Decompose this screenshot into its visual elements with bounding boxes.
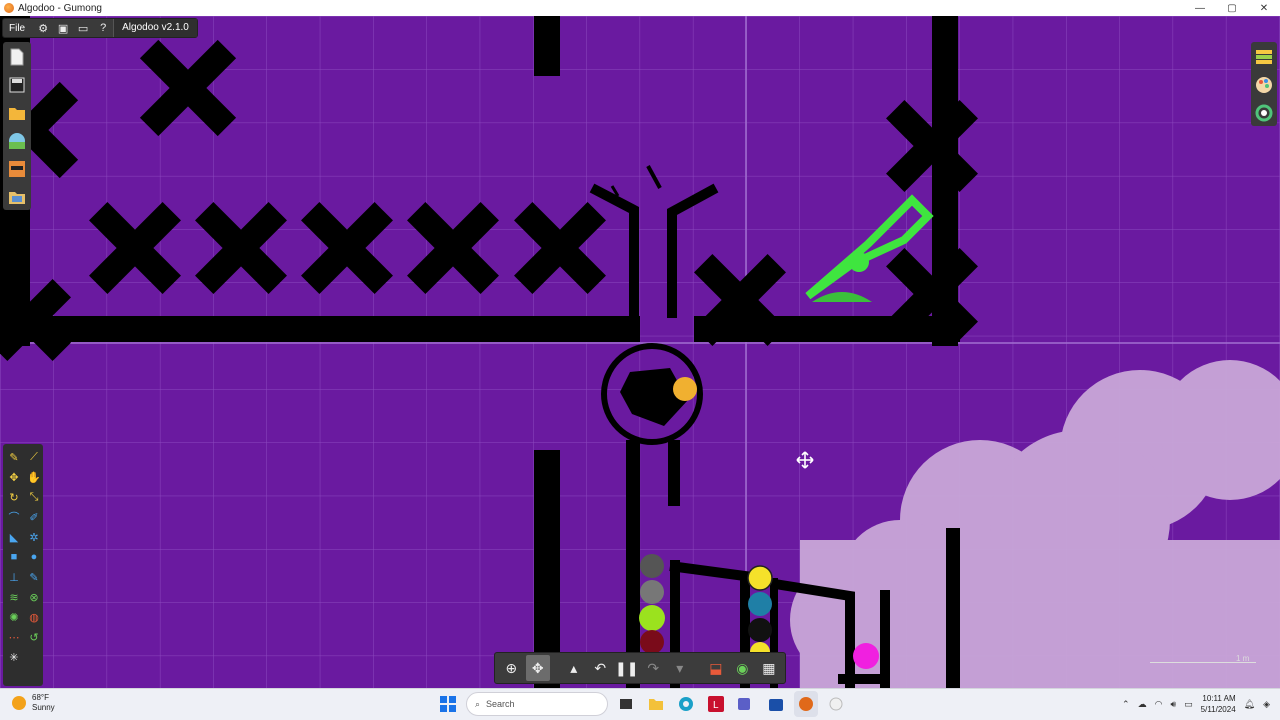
clock-time: 10:11 AM — [1202, 694, 1236, 703]
edge-browser-icon[interactable] — [674, 691, 698, 717]
top-menu-bar: File ⚙ ▣ ▭ ? Algodoo v2.1.0 — [2, 18, 198, 38]
pause-icon[interactable]: ❚❚ — [615, 655, 640, 681]
window-icon[interactable]: ▭ — [73, 19, 93, 37]
speed-down-icon[interactable]: ▾ — [668, 655, 693, 681]
brush-tool-icon[interactable]: ✐ — [25, 508, 43, 526]
palette-icon[interactable] — [1254, 74, 1274, 96]
pan-icon[interactable]: ✥ — [525, 655, 550, 681]
move-tool-icon[interactable]: ✥ — [5, 468, 23, 486]
scale-tool-icon[interactable]: ⤡ — [25, 488, 43, 506]
rotate-tool-icon[interactable]: ↻ — [5, 488, 23, 506]
weather-description: Sunny — [32, 703, 55, 712]
onedrive-icon[interactable]: ☁ — [1138, 699, 1147, 710]
chain-tool-icon[interactable]: ⋯ — [5, 628, 23, 646]
cut-tool-icon[interactable]: ⟋ — [25, 448, 43, 466]
app-icon-extra[interactable] — [824, 691, 848, 717]
weather-temperature: 68°F — [32, 693, 49, 702]
scene-drawing — [0, 16, 1280, 688]
grid-icon[interactable]: ▦ — [757, 655, 782, 681]
copilot-icon[interactable]: ◈ — [1263, 699, 1270, 710]
simulation-canvas[interactable] — [0, 16, 1280, 688]
file-toolbar — [3, 42, 31, 210]
version-label: Algodoo v2.1.0 — [113, 19, 197, 37]
file-menu[interactable]: File — [3, 23, 33, 34]
algodoo-app-icon — [4, 3, 14, 13]
store-icon[interactable] — [764, 691, 788, 717]
laser-tool-icon[interactable]: ↺ — [25, 628, 43, 646]
scene-browser-icon[interactable] — [7, 130, 27, 152]
pen-tool-icon[interactable]: ✎ — [25, 568, 43, 586]
simulation-control-bar: ⊕ ✥ ▴ ↶ ❚❚ ↷ ▾ ⬓ ◉ ▦ — [494, 652, 786, 684]
taskbar-search-box[interactable]: ⌕ Search — [466, 692, 608, 716]
taskbar-apps: ⌕ Search L — [436, 691, 848, 717]
new-scene-icon[interactable] — [7, 46, 27, 68]
close-button[interactable]: ✕ — [1248, 0, 1280, 16]
undo-icon[interactable]: ↶ — [588, 655, 613, 681]
scale-label: 1 m — [1236, 654, 1250, 663]
start-button[interactable] — [436, 691, 460, 717]
svg-text:L: L — [713, 700, 719, 711]
library-icon[interactable] — [7, 186, 27, 208]
system-tray: ⌃ ☁ ◠ 🔊︎ ▭ 10:11 AM 5/11/2024 🔔︎ ◈ — [1122, 693, 1270, 715]
gravity-icon[interactable]: ⬓ — [704, 655, 729, 681]
battery-icon[interactable]: ▭ — [1184, 699, 1193, 710]
sun-icon — [12, 696, 26, 710]
task-view-icon[interactable] — [614, 691, 638, 717]
save-icon[interactable] — [7, 74, 27, 96]
clock-date: 5/11/2024 — [1200, 705, 1236, 714]
red-app-icon[interactable]: L — [704, 691, 728, 717]
title-bar: Algodoo - Gumong — ▢ ✕ — [0, 0, 1280, 16]
plane-tool-icon[interactable]: ◣ — [5, 528, 23, 546]
window-controls: — ▢ ✕ — [1184, 0, 1280, 16]
settings-gear-icon[interactable]: ⚙ — [33, 19, 53, 37]
circle-tool-icon[interactable]: ● — [25, 548, 43, 566]
windows-taskbar: 68°F Sunny ⌕ Search L ⌃ ☁ ◠ 🔊︎ ▭ 10:11 A… — [0, 688, 1280, 720]
speed-up-icon[interactable]: ▴ — [562, 655, 587, 681]
teams-icon[interactable] — [734, 691, 758, 717]
weather-widget[interactable]: 68°F Sunny — [12, 693, 55, 713]
window-title: Algodoo - Gumong — [18, 2, 102, 14]
app-window: Algodoo - Gumong — ▢ ✕ File ⚙ ▣ ▭ ? Algo… — [0, 0, 1280, 720]
search-icon: ⌕ — [475, 698, 481, 709]
fixate-tool-icon[interactable]: ⊥ — [5, 568, 23, 586]
tracer-tool-icon[interactable]: ◍ — [25, 608, 43, 626]
drag-tool-icon[interactable]: ✋ — [25, 468, 43, 486]
volume-icon[interactable]: 🔊︎ — [1170, 699, 1176, 710]
maximize-button[interactable]: ▢ — [1216, 0, 1248, 16]
minimize-button[interactable]: — — [1184, 0, 1216, 16]
scale-indicator: 1 m — [1150, 654, 1260, 666]
screen-icon[interactable]: ▣ — [53, 19, 73, 37]
zoom-icon[interactable]: ⊕ — [499, 655, 524, 681]
spring-tool-icon[interactable]: ≋ — [5, 588, 23, 606]
character-icon[interactable] — [7, 158, 27, 180]
sketch-tool-icon[interactable]: ✎ — [5, 448, 23, 466]
clock[interactable]: 10:11 AM 5/11/2024 — [1201, 693, 1236, 715]
rope-tool-icon[interactable]: ⌒ — [5, 508, 23, 526]
view-toolbar — [1251, 42, 1277, 126]
algodoo-taskbar-icon[interactable] — [794, 691, 818, 717]
wifi-icon[interactable]: ◠ — [1155, 699, 1163, 710]
box-tool-icon[interactable]: ■ — [5, 548, 23, 566]
open-folder-icon[interactable] — [7, 102, 27, 124]
chevron-up-icon[interactable]: ⌃ — [1122, 699, 1130, 710]
thruster-tool-icon[interactable]: ✺ — [5, 608, 23, 626]
spawn-tool-icon[interactable]: ✳ — [5, 648, 23, 666]
visualization-icon[interactable] — [1254, 102, 1274, 124]
search-placeholder: Search — [486, 699, 515, 709]
help-icon[interactable]: ? — [93, 19, 113, 37]
file-explorer-icon[interactable] — [644, 691, 668, 717]
gear-tool-icon[interactable]: ✲ — [25, 528, 43, 546]
air-friction-icon[interactable]: ◉ — [730, 655, 755, 681]
notification-bell-icon[interactable]: 🔔︎ — [1244, 699, 1255, 710]
redo-icon[interactable]: ↷ — [641, 655, 666, 681]
axle-tool-icon[interactable]: ⊗ — [25, 588, 43, 606]
layers-icon[interactable] — [1254, 46, 1274, 68]
tool-palette: ✎ ⟋ ✥ ✋ ↻ ⤡ ⌒ ✐ ◣ ✲ ■ ● ⊥ ✎ ≋ ⊗ ✺ ◍ ⋯ ↺ … — [3, 444, 43, 686]
